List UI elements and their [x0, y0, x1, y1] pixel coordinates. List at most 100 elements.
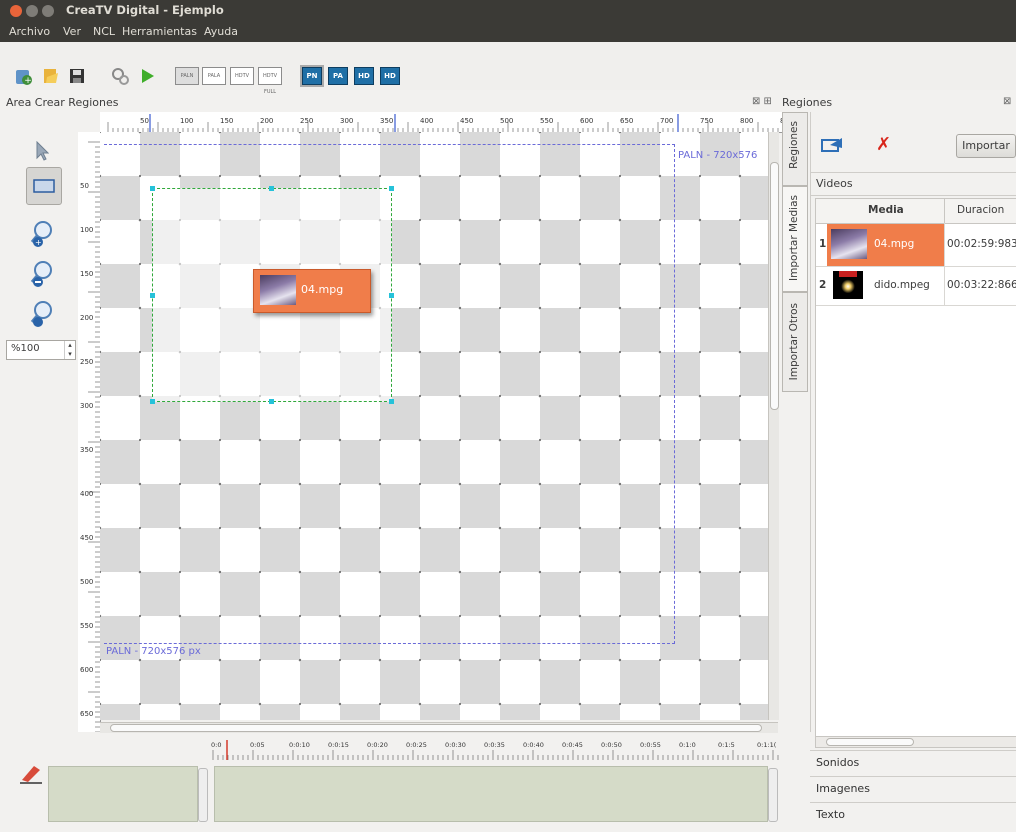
- pointer-tool[interactable]: [22, 138, 62, 164]
- videos-label: Videos: [816, 177, 853, 190]
- table-row[interactable]: 1 04.mpg 00:02:59:983: [816, 224, 1016, 267]
- maximize-window-button[interactable]: [42, 5, 54, 17]
- panel-float-icon[interactable]: ⊠: [1003, 96, 1011, 107]
- new-project-button[interactable]: +: [13, 65, 35, 87]
- resolution-hd-full-button[interactable]: HD: [380, 67, 400, 85]
- ruler-label: 50: [80, 182, 89, 190]
- frame-label-top: PALN - 720x576: [678, 150, 758, 161]
- resize-handle[interactable]: [389, 186, 394, 191]
- scroll-thumb[interactable]: [826, 738, 914, 746]
- resize-handle[interactable]: [150, 399, 155, 404]
- videos-section-header[interactable]: Videos: [810, 172, 1016, 196]
- ruler-label: 50: [140, 117, 149, 125]
- canvas-vertical-scrollbar[interactable]: [768, 132, 779, 720]
- resolution-hd-button[interactable]: HD: [354, 67, 374, 85]
- standard-pala-button[interactable]: PALA: [202, 67, 226, 85]
- section-sonidos[interactable]: Sonidos: [810, 750, 1016, 775]
- table-row[interactable]: 2 dido.mpeg 00:03:22:866: [816, 267, 1016, 306]
- left-panel-title: Area Crear Regiones: [6, 96, 119, 109]
- standard-hdtv-full-button[interactable]: HDTV FULL: [258, 67, 282, 95]
- close-window-button[interactable]: [10, 5, 22, 17]
- svg-text:+: +: [35, 238, 42, 247]
- play-button[interactable]: [136, 65, 158, 87]
- ruler-label: 450: [460, 117, 473, 125]
- menu-ayuda[interactable]: Ayuda: [204, 25, 238, 38]
- spin-arrows-icon[interactable]: ▴ ▾: [64, 341, 75, 359]
- menu-herramientas[interactable]: Herramientas: [122, 25, 197, 38]
- zoom-reset-tool[interactable]: [22, 298, 62, 330]
- resolution-pa-button[interactable]: PA: [328, 67, 348, 85]
- media-duration: 00:03:22:866: [947, 279, 1016, 291]
- importar-button[interactable]: Importar: [956, 134, 1016, 158]
- media-name: 04.mpg: [874, 238, 915, 250]
- open-project-button[interactable]: [40, 65, 62, 87]
- canvas-horizontal-scrollbar[interactable]: [100, 722, 778, 733]
- column-duracion[interactable]: Duracion: [957, 204, 1004, 216]
- table-header: Media Duracion: [816, 199, 1016, 224]
- table-horizontal-scrollbar[interactable]: [815, 736, 1016, 748]
- resize-handle[interactable]: [269, 186, 274, 191]
- resolution-pn-button[interactable]: PN: [300, 65, 324, 87]
- zoom-spinbox[interactable]: %100 ▴ ▾: [6, 340, 76, 360]
- right-panel-title: Regiones: [782, 96, 833, 109]
- rectangle-tool[interactable]: [26, 167, 62, 205]
- standard-hdtv-button[interactable]: HDTV: [230, 67, 254, 85]
- region-media-name: 04.mpg: [301, 283, 344, 296]
- ruler-label: 600: [580, 117, 593, 125]
- timeline-track-area[interactable]: [214, 766, 768, 822]
- resize-handle[interactable]: [150, 293, 155, 298]
- media-thumbnail: [260, 275, 296, 305]
- ruler-label: 350: [380, 117, 393, 125]
- tab-importar-medias[interactable]: Importar Medias: [782, 186, 808, 292]
- row-index: 2: [819, 279, 827, 291]
- region-media-chip[interactable]: 04.mpg: [253, 269, 371, 313]
- save-button[interactable]: [66, 65, 88, 87]
- delete-icon[interactable]: ✗: [876, 134, 891, 155]
- row-index: 1: [819, 238, 827, 250]
- settings-button[interactable]: [109, 65, 131, 87]
- ruler-label: 250: [300, 117, 313, 125]
- new-icon: +: [16, 70, 32, 85]
- gears-icon: [112, 68, 129, 85]
- scroll-thumb[interactable]: [110, 724, 762, 732]
- section-imagenes[interactable]: Imagenes: [810, 776, 1016, 801]
- media-name: dido.mpeg: [874, 279, 930, 291]
- zoom-in-tool[interactable]: +: [22, 218, 62, 250]
- menu-archivo[interactable]: Archivo: [9, 25, 50, 38]
- zoom-out-tool[interactable]: [22, 258, 62, 290]
- minimize-window-button[interactable]: [26, 5, 38, 17]
- ruler-label: 150: [220, 117, 233, 125]
- region-canvas[interactable]: PALN - 720x576 PALN - 720x576 px 04.mpg: [100, 132, 768, 720]
- standard-paln-button[interactable]: PALN: [175, 67, 199, 85]
- timeline-label: 0:0:30: [445, 741, 466, 749]
- ruler-label: 100: [80, 226, 93, 234]
- horizontal-ruler-ticks: 50 100 150 200 250 300 350 400 450 500 550 600 650 70…: [107, 114, 782, 132]
- horizontal-ruler: 50 100 150 200 250 300 350 400 450 500 550 600 650 70…: [100, 112, 782, 133]
- resize-handle[interactable]: [389, 293, 394, 298]
- timeline-label: 0:1:1(: [757, 741, 777, 749]
- media-thumbnail: [831, 229, 867, 259]
- scroll-thumb[interactable]: [770, 162, 779, 410]
- resize-handle[interactable]: [389, 399, 394, 404]
- timeline-label: 0:0:15: [328, 741, 349, 749]
- section-texto[interactable]: Texto: [810, 802, 1016, 827]
- panel-float-close-icon[interactable]: ⊠ ⊞: [752, 96, 772, 107]
- eraser-tool[interactable]: [18, 762, 44, 787]
- import-media-button[interactable]: [820, 136, 848, 157]
- media-thumbnail: [833, 271, 863, 299]
- menu-ver[interactable]: Ver: [63, 25, 81, 38]
- tab-importar-otros[interactable]: Importar Otros: [782, 292, 808, 392]
- play-icon: [142, 69, 154, 83]
- track-header-scrollbar[interactable]: [198, 768, 208, 822]
- region-box[interactable]: 04.mpg: [150, 186, 394, 404]
- resize-handle[interactable]: [150, 186, 155, 191]
- ruler-label: 450: [80, 534, 93, 542]
- track-header-area[interactable]: [48, 766, 198, 822]
- resize-handle[interactable]: [269, 399, 274, 404]
- menu-ncl[interactable]: NCL: [93, 25, 115, 38]
- tab-regiones[interactable]: Regiones: [782, 112, 808, 186]
- timeline-scrollbar[interactable]: [768, 768, 778, 822]
- column-media[interactable]: Media: [868, 204, 904, 216]
- timeline-ticks: 0:0 0:05 0:0:10 0:0:15 0:0:20 0:0:25 0:0:30 0:0…: [211, 740, 784, 760]
- ruler-label: 700: [660, 117, 673, 125]
